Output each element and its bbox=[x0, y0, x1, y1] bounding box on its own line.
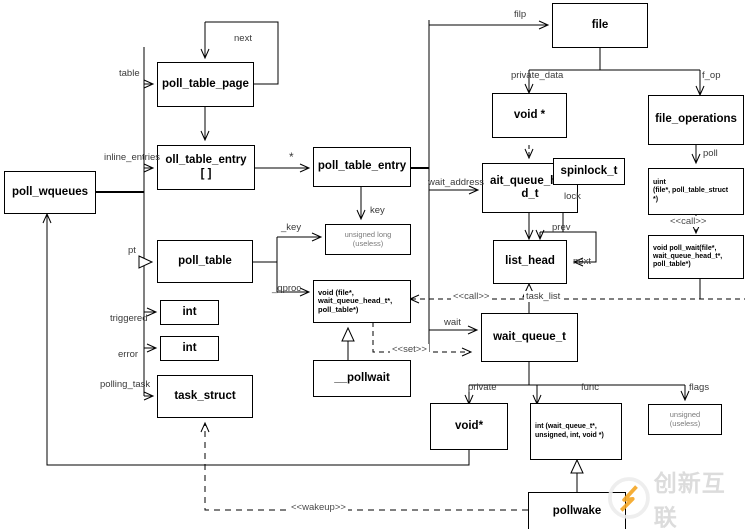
node-label: poll_table_page bbox=[162, 77, 249, 90]
edge-label-polling-task: polling_task bbox=[100, 379, 151, 390]
node-pollwake[interactable]: pollwake bbox=[528, 492, 626, 529]
edge-label-inline-entries: inline_entries bbox=[104, 152, 160, 163]
connector-layer bbox=[42, 20, 745, 511]
node-label-line2: (file*, poll_table_struct bbox=[653, 187, 729, 195]
node-label: file bbox=[591, 18, 609, 31]
node-label: void * bbox=[513, 108, 546, 121]
edge-label-table: table bbox=[119, 68, 140, 79]
diagram-canvas: poll_wqueues poll_table_page oll_table_e… bbox=[0, 0, 745, 529]
node-label-line1: void poll_wait(file*, bbox=[653, 244, 717, 252]
edge-label-underscore-key: _key bbox=[281, 222, 302, 233]
node-label: int bbox=[182, 341, 197, 354]
node-int-triggered[interactable]: int bbox=[160, 300, 219, 325]
watermark-text: 创新互联 bbox=[653, 471, 726, 529]
node-poll-table-page[interactable]: poll_table_page bbox=[157, 62, 254, 107]
node-unsigned-long-key[interactable]: unsigned long (useless) bbox=[325, 224, 411, 255]
stereotype-set: <<set>> bbox=[390, 344, 429, 355]
edge-label-private: private bbox=[468, 382, 497, 393]
edge-label-wait: wait bbox=[444, 317, 461, 328]
edge-label-next: next bbox=[234, 33, 252, 44]
node-label: __pollwait bbox=[334, 371, 390, 384]
node-list-head[interactable]: list_head bbox=[493, 240, 567, 284]
node-poll-table[interactable]: poll_table bbox=[157, 240, 253, 283]
stereotype-call-center: <<call>> bbox=[451, 291, 492, 302]
edge-label-func: func bbox=[581, 382, 599, 393]
edge-label-pt: pt bbox=[128, 245, 136, 256]
node-label: wait_queue_t bbox=[493, 330, 566, 343]
node-label-line3: poll_table*) bbox=[653, 261, 691, 269]
edge-label-qproc: _qproc bbox=[272, 283, 302, 294]
edge-label-key: key bbox=[370, 205, 385, 216]
node-int-error[interactable]: int bbox=[160, 336, 219, 361]
stereotype-call-right: <<call>> bbox=[668, 216, 709, 227]
node-label: list_head bbox=[505, 255, 555, 268]
edge-label-next-list: next bbox=[573, 256, 591, 267]
node-label-line2: wait_queue_head_t*, bbox=[653, 252, 723, 260]
node-task-struct[interactable]: task_struct bbox=[157, 375, 253, 418]
node-label-line1: uint bbox=[653, 179, 666, 187]
node-wait-queue-t[interactable]: wait_queue_t bbox=[481, 313, 578, 362]
node-file[interactable]: file bbox=[552, 3, 648, 48]
node-label: poll_table_entry bbox=[317, 160, 407, 173]
node-poll-table-entry[interactable]: poll_table_entry bbox=[313, 147, 411, 187]
node-poll-table-entry-array[interactable]: oll_table_entry [ ] bbox=[157, 145, 255, 190]
node-label: int bbox=[182, 305, 197, 318]
node-poll-wqueues[interactable]: poll_wqueues bbox=[4, 171, 96, 214]
edge-label-private-data: private_data bbox=[511, 70, 564, 81]
edge-label-task-list: task_list bbox=[524, 291, 563, 302]
node-label: poll_wqueues bbox=[11, 185, 89, 198]
edge-label-wait-address: wait_address bbox=[428, 177, 484, 188]
node-label: pollwake bbox=[552, 505, 602, 518]
node-unsigned-flags[interactable]: unsigned (useless) bbox=[648, 404, 722, 435]
node-label: spinlock_t bbox=[560, 164, 618, 177]
edge-label-f-op: f_op bbox=[702, 70, 721, 81]
node-func-signature[interactable]: int (wait_queue_t*, unsigned, int, void … bbox=[530, 403, 622, 460]
node-pollwait[interactable]: __pollwait bbox=[313, 360, 411, 397]
node-poll-wait-signature[interactable]: void poll_wait(file*, wait_queue_head_t*… bbox=[648, 235, 744, 279]
node-label-line2: (useless) bbox=[352, 238, 384, 248]
node-label: void* bbox=[454, 419, 484, 432]
edge-label-error: error bbox=[118, 349, 139, 360]
node-file-operations[interactable]: file_operations bbox=[648, 95, 744, 145]
node-label: file_operations bbox=[655, 113, 737, 126]
node-void-ptr-private-data[interactable]: void * bbox=[492, 93, 567, 138]
node-poll-signature[interactable]: uint (file*, poll_table_struct *) bbox=[648, 168, 744, 215]
stereotype-wakeup: <<wakeup>> bbox=[289, 502, 348, 513]
node-qproc-signature[interactable]: void (file*, wait_queue_head_t*, poll_ta… bbox=[313, 280, 411, 323]
node-spinlock-t[interactable]: spinlock_t bbox=[553, 158, 625, 185]
edge-label-prev: prev bbox=[552, 222, 571, 233]
node-void-ptr-private[interactable]: void* bbox=[430, 403, 508, 450]
edge-label-triggered: triggered bbox=[110, 313, 148, 324]
edge-label-multiplicity-star: * bbox=[289, 150, 294, 164]
edge-label-lock: lock bbox=[564, 191, 581, 202]
node-label-line3: poll_table*) bbox=[318, 304, 359, 314]
node-label-line2: unsigned, int, void *) bbox=[535, 431, 604, 439]
edge-label-flags: flags bbox=[689, 382, 710, 393]
edge-label-poll: poll bbox=[703, 148, 718, 159]
node-label-line1: oll_table_entry bbox=[165, 154, 247, 167]
node-label: poll_table bbox=[178, 254, 232, 267]
node-label-line2: (useless) bbox=[669, 418, 701, 428]
node-label-line1: int (wait_queue_t*, bbox=[535, 423, 597, 431]
node-label-line3: *) bbox=[653, 195, 659, 203]
node-label-line2: [ ] bbox=[200, 167, 212, 180]
node-label: task_struct bbox=[174, 389, 236, 402]
watermark: 创新互联 bbox=[608, 470, 745, 529]
edge-label-filp: filp bbox=[514, 9, 527, 20]
